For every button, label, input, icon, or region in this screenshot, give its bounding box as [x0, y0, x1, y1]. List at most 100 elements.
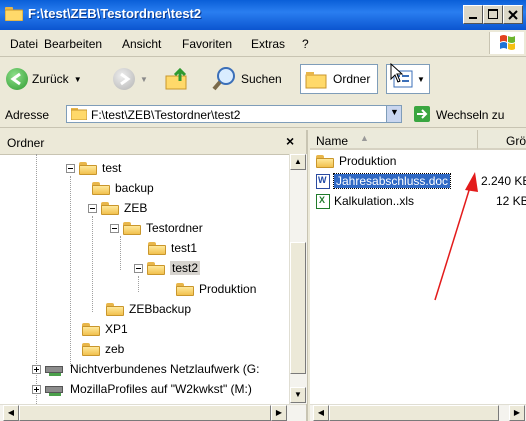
forward-dropdown-icon[interactable]: ▼: [140, 75, 148, 84]
title-bar[interactable]: F:\test\ZEB\Testordner\test2: [0, 0, 526, 30]
scrollbar-thumb[interactable]: [290, 242, 306, 374]
tree-item-zeb-lower[interactable]: zeb: [82, 340, 124, 358]
chevron-down-icon: ▼: [390, 107, 399, 117]
search-button[interactable]: Suchen: [211, 64, 282, 94]
tree-line: [92, 216, 94, 312]
folders-horizontal-scrollbar[interactable]: ◀ ▶: [0, 404, 306, 421]
tree-item-label: MozillaProfiles auf "W2kwkst" (M:): [70, 382, 252, 396]
tree-item-label: Testordner: [146, 221, 203, 235]
expand-icon[interactable]: [32, 364, 41, 374]
column-header-name[interactable]: Name ▲: [310, 130, 478, 150]
address-input[interactable]: F:\test\ZEB\Testordner\test2 ▼: [66, 105, 402, 123]
tree-item-label: zeb: [105, 342, 125, 356]
back-label: Zurück: [32, 72, 69, 86]
up-folder-button[interactable]: [165, 64, 191, 94]
tree-item-network-drive-m[interactable]: MozillaProfiles auf "W2kwkst" (M:): [32, 380, 252, 398]
file-row-kalkulation[interactable]: Kalkulation..xls: [316, 192, 414, 210]
folders-pane: Ordner × test backup ZEB Testordner test…: [0, 130, 308, 421]
minimize-button[interactable]: [463, 5, 483, 24]
folder-icon: [5, 7, 23, 21]
collapse-icon[interactable]: [110, 223, 119, 233]
word-document-icon: [316, 173, 330, 189]
column-size-label: Größe: [506, 134, 526, 148]
tree-item-zeb[interactable]: ZEB: [88, 199, 147, 217]
folder-icon: [123, 221, 141, 235]
scroll-right-icon[interactable]: ▶: [509, 405, 525, 421]
back-dropdown-icon[interactable]: ▼: [74, 75, 82, 84]
tree-item-label: XP1: [105, 322, 128, 336]
file-size: 2.240 KB: [481, 174, 526, 188]
close-button[interactable]: [503, 5, 523, 24]
file-row-produktion[interactable]: Produktion: [316, 152, 396, 170]
tree-item-label: test1: [171, 241, 198, 255]
menu-bearbeiten[interactable]: Bearbeiten: [44, 37, 102, 51]
menu-favoriten[interactable]: Favoriten: [182, 37, 232, 51]
folders-icon: [305, 72, 327, 89]
folder-icon: [106, 302, 124, 316]
menu-extras[interactable]: Extras: [251, 37, 285, 51]
explorer-window: F:\test\ZEB\Testordner\test2 Datei Bearb…: [0, 0, 526, 421]
menu-bar: Datei Bearbeiten Ansicht Favoriten Extra…: [0, 30, 526, 57]
folder-icon: [316, 154, 334, 168]
collapse-icon[interactable]: [66, 163, 75, 173]
tree-item-test[interactable]: test: [66, 159, 121, 177]
scroll-right-icon[interactable]: ▶: [271, 405, 287, 421]
network-drive-icon: [45, 382, 65, 396]
menu-help[interactable]: ?: [302, 37, 309, 51]
column-header-size[interactable]: Größe: [478, 130, 526, 150]
scroll-left-icon[interactable]: ◀: [313, 405, 329, 421]
tree-item-produktion[interactable]: Produktion: [176, 280, 256, 298]
file-name: Kalkulation..xls: [334, 194, 415, 208]
scroll-up-icon[interactable]: ▲: [290, 154, 306, 170]
folder-icon: [82, 342, 100, 356]
scroll-left-icon[interactable]: ◀: [3, 405, 19, 421]
forward-arrow-icon: [113, 68, 135, 90]
tree-item-test2[interactable]: test2: [134, 259, 201, 277]
tree-item-zebbackup[interactable]: ZEBbackup: [106, 300, 191, 318]
go-arrow-icon[interactable]: [414, 106, 430, 122]
tree-item-label: backup: [115, 181, 154, 195]
folder-icon: [176, 282, 194, 296]
collapse-icon[interactable]: [134, 263, 143, 273]
folders-label: Ordner: [333, 72, 371, 86]
folders-button[interactable]: Ordner: [300, 64, 378, 94]
forward-button[interactable]: ▼: [113, 64, 148, 94]
views-dropdown-icon: ▼: [417, 74, 425, 84]
folder-icon: [82, 322, 100, 336]
tree-item-testordner[interactable]: Testordner: [110, 219, 203, 237]
tree-item-xp1[interactable]: XP1: [82, 320, 128, 338]
address-dropdown-button[interactable]: ▼: [386, 106, 401, 122]
maximize-button[interactable]: [483, 5, 503, 24]
annotation-arrow-icon: [434, 172, 478, 301]
windows-logo-icon: [489, 32, 524, 54]
address-value: F:\test\ZEB\Testordner\test2: [91, 108, 241, 122]
scrollbar-thumb[interactable]: [19, 405, 271, 421]
tree-item-label: ZEBbackup: [129, 302, 192, 316]
files-horizontal-scrollbar[interactable]: ◀ ▶: [310, 404, 526, 421]
folder-icon: [79, 161, 97, 175]
menu-ansicht[interactable]: Ansicht: [122, 37, 161, 51]
up-folder-icon: [165, 67, 187, 90]
tree-item-backup[interactable]: backup: [92, 179, 154, 197]
tree-item-label: test2: [170, 261, 201, 275]
file-size: 12 KB: [496, 194, 526, 208]
excel-document-icon: [316, 193, 330, 209]
tree-line: [120, 236, 122, 270]
expand-icon[interactable]: [32, 384, 41, 394]
column-name-label: Name: [316, 134, 349, 148]
menu-datei[interactable]: Datei: [10, 37, 38, 51]
scrollbar-thumb[interactable]: [329, 405, 499, 421]
folder-icon: [92, 181, 110, 195]
folders-vertical-scrollbar[interactable]: ▲ ▼: [289, 154, 307, 404]
search-icon: [212, 67, 235, 91]
window-title: F:\test\ZEB\Testordner\test2: [28, 6, 202, 21]
scroll-down-icon[interactable]: ▼: [290, 387, 306, 403]
tree-item-test1[interactable]: test1: [148, 239, 197, 257]
back-button[interactable]: Zurück ▼: [6, 64, 82, 94]
folders-pane-header: Ordner ×: [0, 130, 306, 155]
collapse-icon[interactable]: [88, 203, 97, 213]
folder-icon: [71, 108, 87, 120]
close-pane-icon[interactable]: ×: [286, 133, 294, 149]
tree-item-network-drive-g[interactable]: Nichtverbundenes Netzlaufwerk (G:: [32, 360, 259, 378]
go-button[interactable]: Wechseln zu: [436, 108, 504, 122]
